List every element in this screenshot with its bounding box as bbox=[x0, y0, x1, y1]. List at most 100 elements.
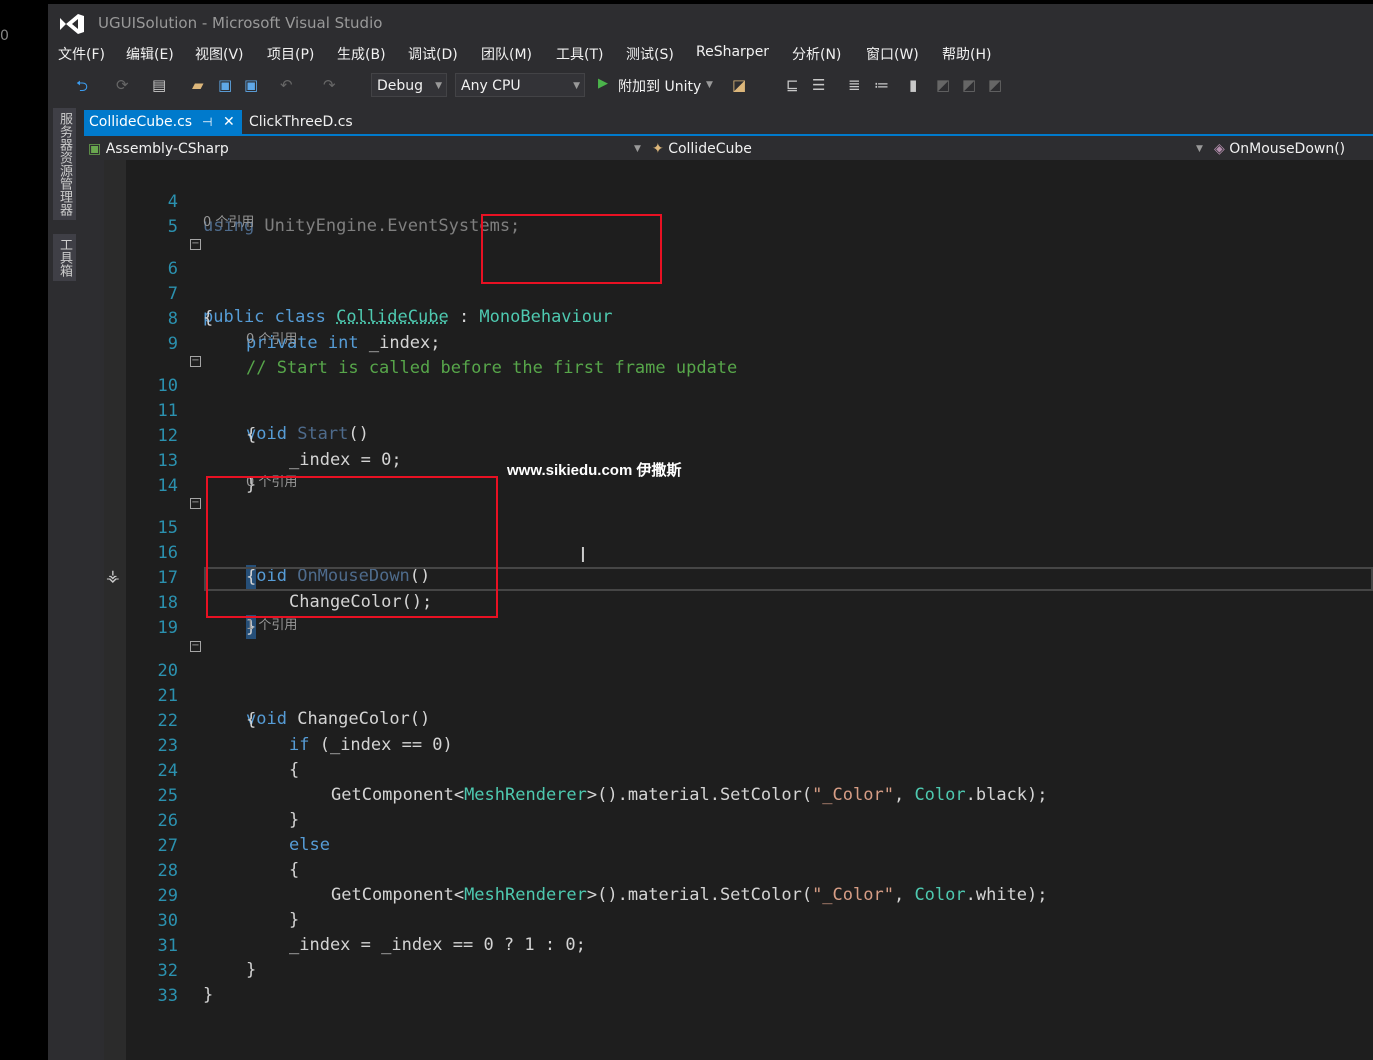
method-icon: ◈ bbox=[1214, 141, 1225, 157]
code-line-5: 5 bbox=[167, 217, 178, 237]
toolbar: ⮌ ⟳ ▤ ▰ ▣ ▣ ↶ ↷ Debug ▼ Any CPU ▼ ▶ 附加到 … bbox=[48, 68, 1373, 102]
member-value: OnMouseDown() bbox=[1229, 141, 1346, 157]
title-bar: UGUISolution - Microsoft Visual Studio bbox=[48, 4, 1373, 40]
chevron-down-icon: ▼ bbox=[435, 81, 442, 91]
bookmark-icon[interactable]: ▮ bbox=[909, 76, 917, 94]
chevron-down-icon: ▼ bbox=[573, 81, 580, 91]
code-line-8: 8 private int _index; bbox=[167, 309, 441, 353]
code-line-4: 4 using UnityEngine.EventSystems; bbox=[167, 192, 521, 236]
class-value: CollideCube bbox=[668, 141, 752, 157]
menu-file[interactable]: 文件(F) bbox=[58, 44, 105, 64]
platform-select[interactable]: Any CPU ▼ bbox=[455, 73, 585, 97]
collapse-icon[interactable]: − bbox=[190, 641, 201, 652]
left-number: 0 bbox=[0, 28, 9, 44]
code-line-22: 22 if (_index == 0) bbox=[157, 711, 453, 755]
code-line-20: 20 − void ChangeColor() bbox=[157, 640, 431, 730]
code-line-33: 33 bbox=[157, 986, 178, 1006]
code-line-21: 21 { bbox=[157, 686, 257, 730]
clear-bookmarks-icon[interactable]: ◩ bbox=[988, 76, 1002, 94]
tab-collidecube[interactable]: CollideCube.cs ⊣ ✕ bbox=[84, 110, 242, 134]
csharp-project-icon: ▣ bbox=[88, 141, 102, 157]
menu-project[interactable]: 项目(P) bbox=[267, 44, 314, 64]
configuration-value: Debug bbox=[377, 78, 424, 94]
menu-tools[interactable]: 工具(T) bbox=[556, 44, 603, 64]
class-select[interactable]: ✦ CollideCube ▼ bbox=[652, 138, 1208, 160]
collapse-icon[interactable]: − bbox=[190, 356, 201, 367]
prev-bookmark-icon[interactable]: ◩ bbox=[936, 76, 950, 94]
code-line-26: 26 else bbox=[157, 811, 330, 855]
code-line-24: 24 GetComponent<MeshRenderer>().material… bbox=[157, 761, 1048, 805]
uncomment-icon[interactable]: ≔ bbox=[874, 76, 889, 94]
visual-studio-logo-icon bbox=[60, 14, 84, 34]
outdent-icon[interactable]: ≣ bbox=[848, 76, 861, 94]
code-line-32: 32 } bbox=[157, 961, 214, 1005]
close-icon[interactable]: ✕ bbox=[223, 110, 235, 134]
reference-count[interactable]: 1 个引用 bbox=[246, 617, 297, 635]
menu-resharper[interactable]: ReSharper bbox=[696, 44, 769, 60]
watermark: www.sikiedu.com 伊撒斯 bbox=[507, 462, 682, 479]
code-line-13: 13 } bbox=[157, 451, 257, 495]
code-line-23: 23 { bbox=[157, 736, 300, 780]
comment-icon[interactable]: ☰ bbox=[812, 76, 825, 94]
forward-icon[interactable]: ⟳ bbox=[116, 76, 129, 94]
menu-build[interactable]: 生成(B) bbox=[337, 44, 386, 64]
menu-edit[interactable]: 编辑(E) bbox=[126, 44, 174, 64]
tab-label: CollideCube.cs bbox=[89, 114, 193, 130]
new-project-icon[interactable]: ▤ bbox=[152, 76, 166, 94]
code-line-31: 31 } bbox=[157, 936, 257, 980]
code-line-11: 11 { bbox=[157, 401, 257, 445]
undo-icon[interactable]: ↶ bbox=[280, 76, 293, 94]
tab-clickthreed[interactable]: ClickThreeD.cs bbox=[249, 110, 353, 134]
side-panel: 服务器资源管理器 工具箱 bbox=[48, 104, 78, 1060]
window-title: UGUISolution - Microsoft Visual Studio bbox=[98, 14, 383, 32]
class-icon: ✦ bbox=[652, 141, 664, 157]
project-select[interactable]: ▣ Assembly-CSharp ▼ bbox=[88, 138, 644, 160]
project-value: Assembly-CSharp bbox=[105, 141, 229, 157]
annotation-box-monobehaviour bbox=[481, 214, 662, 284]
configuration-select[interactable]: Debug ▼ bbox=[371, 73, 447, 97]
code-line-30: 30 _index = _index == 0 ? 1 : 0; bbox=[157, 911, 586, 955]
menu-debug[interactable]: 调试(D) bbox=[408, 44, 458, 64]
chevron-down-icon: ▼ bbox=[1196, 144, 1203, 154]
pin-icon[interactable]: ⊣ bbox=[202, 110, 212, 134]
attach-to-unity-button[interactable]: 附加到 Unity bbox=[618, 76, 701, 96]
member-select[interactable]: ◈ OnMouseDown() bbox=[1214, 138, 1373, 160]
menu-bar: 文件(F) 编辑(E) 视图(V) 项目(P) 生成(B) 调试(D) 团队(M… bbox=[48, 40, 1373, 68]
code-line-7: 7 { bbox=[167, 284, 214, 328]
code-line-28: 28 GetComponent<MeshRenderer>().material… bbox=[157, 861, 1048, 905]
code-line-9: 9 // Start is called before the first fr… bbox=[167, 334, 738, 378]
menu-test[interactable]: 测试(S) bbox=[626, 44, 674, 64]
menu-team[interactable]: 团队(M) bbox=[481, 44, 532, 64]
navigation-bar: ▣ Assembly-CSharp ▼ ✦ CollideCube ▼ ◈ On… bbox=[84, 136, 1373, 160]
reference-count[interactable]: 0 个引用 bbox=[203, 214, 254, 232]
chevron-down-icon: ▼ bbox=[634, 144, 641, 154]
code-line-6: 6 − public class CollideCube : MonoBehav… bbox=[167, 238, 613, 328]
chevron-down-icon[interactable]: ▼ bbox=[706, 80, 713, 90]
indent-icon[interactable]: ⊑ bbox=[786, 76, 799, 94]
save-all-icon[interactable]: ▣ bbox=[244, 76, 258, 94]
save-icon[interactable]: ▣ bbox=[218, 76, 232, 94]
browser-link-icon[interactable]: ◪ bbox=[732, 76, 746, 94]
text-cursor-icon: I bbox=[580, 543, 586, 567]
play-icon[interactable]: ▶ bbox=[598, 76, 608, 91]
menu-help[interactable]: 帮助(H) bbox=[942, 44, 991, 64]
code-line-27: 27 { bbox=[157, 836, 300, 880]
menu-view[interactable]: 视图(V) bbox=[195, 44, 244, 64]
code-line-14: 14 bbox=[157, 476, 178, 496]
back-icon[interactable]: ⮌ bbox=[76, 76, 88, 101]
collapse-icon[interactable]: − bbox=[190, 498, 201, 509]
menu-window[interactable]: 窗口(W) bbox=[866, 44, 919, 64]
open-folder-icon[interactable]: ▰ bbox=[192, 76, 204, 94]
collapse-icon[interactable]: − bbox=[190, 239, 201, 250]
next-bookmark-icon[interactable]: ◩ bbox=[962, 76, 976, 94]
annotation-box-onmousedown bbox=[206, 476, 498, 618]
code-line-25: 25 } bbox=[157, 786, 300, 830]
platform-value: Any CPU bbox=[461, 78, 521, 94]
reference-count[interactable]: 0 个引用 bbox=[246, 331, 297, 349]
code-line-10: 10 − void Start() bbox=[157, 355, 369, 445]
toolbox-tab[interactable]: 工具箱 bbox=[53, 234, 76, 281]
code-line-29: 29 } bbox=[157, 886, 300, 930]
redo-icon[interactable]: ↷ bbox=[323, 76, 336, 94]
server-explorer-tab[interactable]: 服务器资源管理器 bbox=[53, 108, 76, 220]
menu-analyze[interactable]: 分析(N) bbox=[792, 44, 841, 64]
